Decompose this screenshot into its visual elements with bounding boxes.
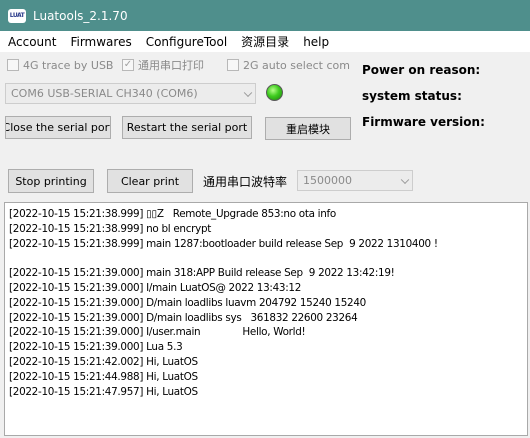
checkbox-4g-trace-box[interactable] bbox=[7, 59, 19, 71]
stop-printing-button[interactable]: Stop printing bbox=[8, 169, 94, 193]
log-line: [2022-10-15 15:21:39.000] Lua 5.3 bbox=[9, 341, 183, 354]
reboot-module-button[interactable]: 重启模块 bbox=[265, 117, 351, 140]
restart-serial-port-button[interactable]: Restart the serial port bbox=[122, 116, 252, 139]
menu-firmwares[interactable]: Firmwares bbox=[63, 35, 138, 49]
power-on-reason-label: Power on reason: bbox=[362, 63, 481, 77]
menu-configure-tool[interactable]: ConfigureTool bbox=[139, 35, 234, 49]
log-line: [2022-10-15 15:21:47.957] Hi, LuatOS bbox=[9, 385, 198, 398]
checkbox-2g-auto-select-label: 2G auto select com bbox=[243, 58, 350, 72]
menu-resource-directory[interactable]: 资源目录 bbox=[234, 33, 296, 50]
serial-log-output[interactable]: [2022-10-15 15:21:38.999] ▯▯Z Remote_Upg… bbox=[4, 202, 528, 436]
log-line: [2022-10-15 15:21:39.000] I/main LuatOS@… bbox=[9, 281, 302, 294]
log-line: [2022-10-15 15:21:39.000] I/user.main He… bbox=[9, 326, 306, 339]
app-logo-icon: LUAT bbox=[8, 8, 26, 23]
log-line: [2022-10-15 15:21:38.999] no bl encrypt bbox=[9, 222, 212, 235]
firmware-version-label: Firmware version: bbox=[362, 115, 485, 129]
menu-account[interactable]: Account bbox=[0, 35, 63, 49]
log-line: [2022-10-15 15:21:39.000] D/main loadlib… bbox=[9, 296, 366, 309]
menu-bar: Account Firmwares ConfigureTool 资源目录 hel… bbox=[0, 31, 530, 52]
clear-print-button[interactable]: Clear print bbox=[107, 169, 193, 193]
connection-status-led-icon bbox=[266, 84, 283, 101]
log-line: [2022-10-15 15:21:39.000] main 318:APP B… bbox=[9, 267, 395, 280]
serial-port-value: COM6 USB-SERIAL CH340 (COM6) bbox=[11, 87, 198, 100]
checkbox-2g-auto-select[interactable]: 2G auto select com bbox=[227, 57, 350, 73]
title-bar: LUAT Luatools_2.1.70 bbox=[0, 0, 530, 31]
chevron-down-icon bbox=[243, 88, 253, 97]
log-line: [2022-10-15 15:21:38.999] main 1287:boot… bbox=[9, 237, 438, 250]
window-title: Luatools_2.1.70 bbox=[33, 8, 128, 23]
serial-port-select[interactable]: COM6 USB-SERIAL CH340 (COM6) bbox=[5, 83, 256, 104]
checkbox-serial-print-label: 通用串口打印 bbox=[138, 59, 204, 72]
log-line: [2022-10-15 15:21:44.988] Hi, LuatOS bbox=[9, 370, 198, 383]
checkbox-2g-auto-select-box[interactable] bbox=[227, 59, 239, 71]
chevron-down-icon bbox=[400, 175, 410, 184]
baud-rate-value: 1500000 bbox=[303, 174, 352, 187]
close-serial-port-button[interactable]: Close the serial port bbox=[5, 116, 111, 139]
checkbox-4g-trace[interactable]: 4G trace by USB bbox=[7, 57, 113, 73]
baud-rate-label: 通用串口波特率 bbox=[203, 175, 288, 189]
system-status-label: system status: bbox=[362, 89, 462, 103]
checkbox-serial-print[interactable]: ✓ 通用串口打印 bbox=[122, 57, 204, 73]
menu-help[interactable]: help bbox=[296, 35, 336, 49]
log-line: [2022-10-15 15:21:42.002] Hi, LuatOS bbox=[9, 355, 198, 368]
checkbox-serial-print-box[interactable]: ✓ bbox=[122, 59, 134, 71]
log-line: [2022-10-15 15:21:39.000] D/main loadlib… bbox=[9, 311, 358, 324]
baud-rate-select[interactable]: 1500000 bbox=[297, 170, 413, 191]
log-line: [2022-10-15 15:21:38.999] ▯▯Z Remote_Upg… bbox=[9, 208, 336, 220]
checkbox-4g-trace-label: 4G trace by USB bbox=[23, 58, 114, 72]
